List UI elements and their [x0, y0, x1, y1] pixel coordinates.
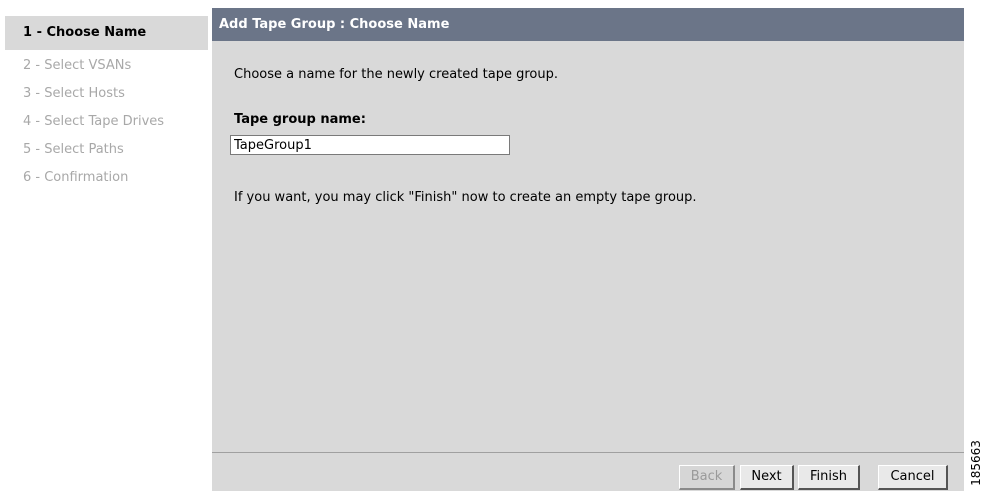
step-select-tape-drives: 4 - Select Tape Drives: [23, 114, 165, 129]
step-confirmation: 6 - Confirmation: [23, 170, 129, 185]
panel-title: Add Tape Group : Choose Name: [212, 8, 964, 41]
wizard-steps-sidebar: 1 - Choose Name 2 - Select VSANs 3 - Sel…: [5, 0, 208, 491]
button-bar: Back Next Finish Cancel: [212, 452, 964, 491]
finish-button[interactable]: Finish: [798, 465, 860, 490]
next-button[interactable]: Next: [740, 465, 794, 490]
wizard-panel: Add Tape Group : Choose Name Choose a na…: [212, 8, 964, 491]
step-select-vsans: 2 - Select VSANs: [23, 58, 132, 73]
figure-id-label: 185663: [969, 440, 983, 486]
tape-group-name-label: Tape group name:: [234, 112, 366, 127]
tape-group-name-input[interactable]: [230, 135, 510, 155]
finish-hint-text: If you want, you may click "Finish" now …: [234, 190, 697, 205]
step-select-paths: 5 - Select Paths: [23, 142, 124, 157]
panel-body: Choose a name for the newly created tape…: [212, 41, 964, 452]
back-button[interactable]: Back: [679, 465, 735, 490]
cancel-button[interactable]: Cancel: [878, 465, 948, 490]
step-choose-name[interactable]: 1 - Choose Name: [5, 16, 208, 50]
step-select-hosts: 3 - Select Hosts: [23, 86, 125, 101]
intro-text: Choose a name for the newly created tape…: [234, 67, 558, 82]
